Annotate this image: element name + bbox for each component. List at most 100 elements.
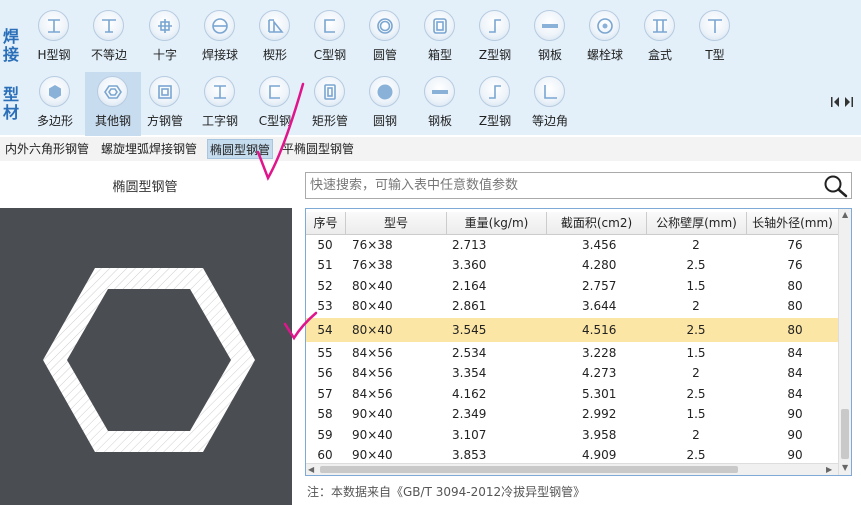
tool-button-circle[interactable] — [38, 10, 69, 41]
tool-button-circle[interactable] — [259, 76, 290, 107]
table-cell: 80 — [787, 299, 803, 313]
table-row[interactable]: 60 90×40 3.853 4.909 2.5 90 — [306, 445, 838, 465]
tool-button-circle[interactable] — [479, 10, 510, 41]
tool-h-beam[interactable]: H型钢 — [26, 4, 82, 68]
tool-label: 等边角 — [531, 114, 568, 128]
table-row[interactable]: 57 84×56 4.162 5.301 2.5 84 — [306, 384, 838, 404]
tool-button-circle[interactable] — [204, 76, 235, 107]
column-header-weight[interactable]: 重量(kg/m) — [447, 212, 547, 235]
tool-button-circle[interactable] — [204, 10, 235, 41]
subcategory-tabs: 内外六角形钢管 螺旋埋弧焊接钢管 椭圆型钢管 平椭圆型钢管 — [0, 137, 861, 161]
tool-steel-plate[interactable]: 钢板 — [412, 72, 468, 136]
tool-rect-tube[interactable]: 矩形管 — [302, 72, 358, 136]
search-icon[interactable] — [823, 174, 849, 198]
tool-button-circle[interactable] — [699, 10, 730, 41]
tool-button-circle[interactable] — [479, 76, 510, 107]
tool-unequal-beam[interactable]: 不等边 — [81, 4, 137, 68]
tool-wedge[interactable]: 楔形 — [247, 4, 303, 68]
table-cell: 2.5 — [686, 258, 706, 272]
tool-box-section[interactable]: 箱型 — [412, 4, 468, 68]
tool-t-section[interactable]: T型 — [687, 4, 743, 68]
tool-button-circle[interactable] — [589, 10, 620, 41]
tool-button-circle[interactable] — [93, 10, 124, 41]
vertical-scroll-thumb[interactable] — [841, 409, 849, 459]
table-cell: 4.516 — [582, 323, 617, 337]
table-cell: 4.909 — [582, 448, 617, 462]
vertical-scrollbar[interactable]: ▲ ▼ — [838, 209, 851, 475]
table-cell: 2.164 — [452, 279, 487, 293]
tool-button-circle[interactable] — [424, 76, 455, 107]
tool-steel-plate[interactable]: 钢板 — [522, 4, 578, 68]
table-row[interactable]: 56 84×56 3.354 4.273 2 84 — [306, 363, 838, 383]
search-input[interactable] — [306, 173, 821, 198]
tool-bolt-ball[interactable]: 螺栓球 — [577, 4, 633, 68]
table-cell: 76×38 — [352, 258, 393, 272]
table-cell: 3.958 — [582, 428, 617, 442]
table-row[interactable]: 52 80×40 2.164 2.757 1.5 80 — [306, 276, 838, 296]
tool-polygon[interactable]: 多边形 — [27, 72, 83, 136]
category-label-profile: 型 材 — [2, 85, 19, 122]
table-cell: 60 — [317, 448, 333, 462]
tool-i-beam[interactable]: 工字钢 — [192, 72, 248, 136]
rect-tube-icon — [324, 84, 336, 100]
table-cell: 2.534 — [452, 346, 487, 360]
table-row[interactable]: 54 80×40 3.545 4.516 2.5 80 — [306, 318, 838, 342]
scroll-down-icon[interactable]: ▼ — [842, 463, 848, 473]
tool-button-circle[interactable] — [259, 10, 290, 41]
column-header-major-diameter[interactable]: 长轴外径(mm) — [747, 212, 838, 235]
tool-button-circle[interactable] — [149, 76, 180, 107]
table-cell: 76 — [787, 258, 803, 272]
table-row[interactable]: 58 90×40 2.349 2.992 1.5 90 — [306, 404, 838, 424]
table-row[interactable]: 55 84×56 2.534 3.228 1.5 84 — [306, 343, 838, 363]
tool-z-section[interactable]: Z型钢 — [467, 4, 523, 68]
tool-round-bar[interactable]: 圆钢 — [357, 72, 413, 136]
tool-square-tube[interactable]: 方钢管 — [137, 72, 193, 136]
tool-box-type[interactable]: 盒式 — [632, 4, 688, 68]
table-cell: 90 — [787, 428, 803, 442]
tool-c-channel[interactable]: C型钢 — [247, 72, 303, 136]
table-cell: 84 — [787, 346, 803, 360]
tool-button-circle[interactable] — [369, 76, 400, 107]
tool-round-tube[interactable]: 圆管 — [357, 4, 413, 68]
table-cell: 76×38 — [352, 238, 393, 252]
table-cell: 84×56 — [352, 346, 393, 360]
tool-button-circle[interactable] — [314, 76, 345, 107]
tool-welded-ball[interactable]: 焊接球 — [192, 4, 248, 68]
table-cell: 2.349 — [452, 407, 487, 421]
box-type-icon — [653, 19, 667, 33]
table-cell: 56 — [317, 366, 333, 380]
tool-button-circle[interactable] — [97, 76, 128, 107]
tool-button-circle[interactable] — [314, 10, 345, 41]
tool-button-circle[interactable] — [534, 10, 565, 41]
tool-button-circle[interactable] — [424, 10, 455, 41]
z-section-icon — [489, 19, 501, 33]
table-cell: 90×40 — [352, 407, 393, 421]
subtab-3[interactable]: 平椭圆型钢管 — [280, 139, 356, 159]
tool-button-circle[interactable] — [149, 10, 180, 41]
tool-z-section[interactable]: Z型钢 — [467, 72, 523, 136]
table-row[interactable]: 51 76×38 3.360 4.280 2.5 76 — [306, 255, 838, 275]
column-header-model[interactable]: 型号 — [346, 212, 447, 235]
scroll-left-icon[interactable]: ◀ — [308, 465, 314, 475]
horizontal-scroll-thumb[interactable] — [320, 466, 738, 473]
tool-c-channel[interactable]: C型钢 — [302, 4, 358, 68]
table-row[interactable]: 50 76×38 2.713 3.456 2 76 — [306, 235, 838, 255]
scroll-up-icon[interactable]: ▲ — [842, 210, 848, 220]
column-header-area[interactable]: 截面积(cm2) — [547, 212, 647, 235]
horizontal-scrollbar[interactable]: ◀ ▶ — [306, 463, 838, 475]
subtab-2[interactable]: 椭圆型钢管 — [207, 139, 274, 159]
tool-button-circle[interactable] — [369, 10, 400, 41]
tool-button-circle[interactable] — [644, 10, 675, 41]
tool-equal-angle[interactable]: 等边角 — [522, 72, 578, 136]
table-row[interactable]: 53 80×40 2.861 3.644 2 80 — [306, 296, 838, 316]
subtab-0[interactable]: 内外六角形钢管 — [3, 139, 91, 159]
scroll-right-icon[interactable]: ▶ — [826, 465, 832, 475]
table-row[interactable]: 59 90×40 3.107 3.958 2 90 — [306, 425, 838, 445]
tool-button-circle[interactable] — [534, 76, 565, 107]
tool-cross[interactable]: 十字 — [137, 4, 193, 68]
column-header-thickness[interactable]: 公称壁厚(mm) — [647, 212, 747, 235]
column-header-index[interactable]: 序号 — [306, 212, 346, 235]
subtab-1[interactable]: 螺旋埋弧焊接钢管 — [99, 139, 199, 159]
scroll-arrows-icon[interactable] — [830, 96, 854, 108]
tool-button-circle[interactable] — [39, 76, 70, 107]
